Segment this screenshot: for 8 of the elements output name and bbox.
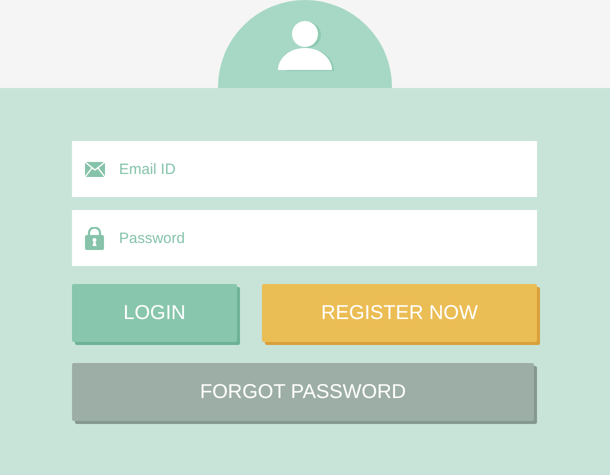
register-button[interactable]: REGISTER NOW: [262, 284, 537, 342]
lock-icon: [85, 226, 104, 250]
user-icon: [275, 20, 335, 71]
forgot-button[interactable]: FORGOT PASSWORD: [72, 363, 534, 421]
password-field[interactable]: Password: [72, 210, 537, 266]
envelope-icon: [85, 162, 105, 176]
email-field[interactable]: Email ID: [72, 141, 537, 197]
login-button[interactable]: LOGIN: [72, 284, 237, 342]
